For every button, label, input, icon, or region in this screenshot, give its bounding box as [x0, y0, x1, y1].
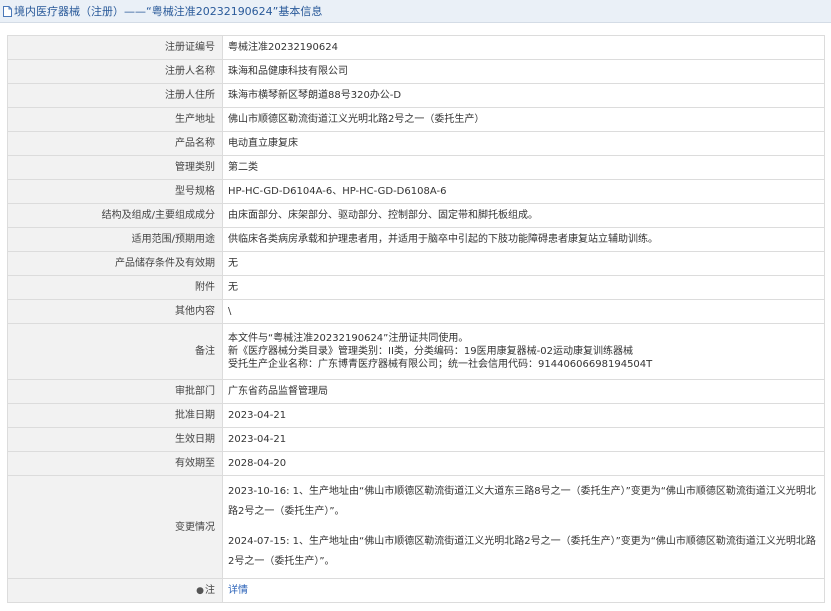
table-row: 批准日期 2023-04-21 — [7, 403, 825, 428]
row-label: 结构及组成/主要组成成分 — [7, 203, 223, 228]
row-value: 无 — [222, 251, 825, 276]
row-value: 无 — [222, 275, 825, 300]
table-row: 产品储存条件及有效期 无 — [7, 251, 825, 276]
remarks-row: 备注 本文件与“粤械注准20232190624”注册证共同使用。 新《医疗器械分… — [7, 323, 825, 380]
row-label: 生效日期 — [7, 427, 223, 452]
changes-row: 变更情况 2023-10-16: 1、生产地址由“佛山市顺德区勒流街道江义大道东… — [7, 475, 825, 579]
row-label: 适用范围/预期用途 — [7, 227, 223, 252]
table-row: 产品名称 电动直立康复床 — [7, 131, 825, 156]
row-value: HP-HC-GD-D6104A-6、HP-HC-GD-D6108A-6 — [222, 179, 825, 204]
row-label: 生产地址 — [7, 107, 223, 132]
row-label: 审批部门 — [7, 379, 223, 404]
table-row: 结构及组成/主要组成成分 由床面部分、床架部分、驱动部分、控制部分、固定带和脚托… — [7, 203, 825, 228]
changes-label: 变更情况 — [7, 475, 223, 579]
footer-row: ●注 详情 — [7, 578, 825, 603]
table-row: 生效日期 2023-04-21 — [7, 427, 825, 452]
row-value: 2023-04-21 — [222, 427, 825, 452]
bullet-icon: ● — [196, 585, 204, 596]
row-value: 供临床各类病房承载和护理患者用，并适用于脑卒中引起的下肢功能障碍患者康复站立辅助… — [222, 227, 825, 252]
row-label: 批准日期 — [7, 403, 223, 428]
row-label: 产品储存条件及有效期 — [7, 251, 223, 276]
table-row: 注册人住所 珠海市横琴新区琴朗道88号320办公-D — [7, 83, 825, 108]
document-icon — [3, 5, 12, 17]
row-value: 珠海和品健康科技有限公司 — [222, 59, 825, 84]
info-table: 注册证编号 粤械注准20232190624 注册人名称 珠海和品健康科技有限公司… — [7, 35, 825, 603]
row-value: 粤械注准20232190624 — [222, 35, 825, 60]
table-row: 附件 无 — [7, 275, 825, 300]
row-label: 注册人住所 — [7, 83, 223, 108]
footer-label-cell: ●注 — [7, 578, 223, 603]
change-entry: 2024-07-15: 1、生产地址由“佛山市顺德区勒流街道江义光明北路2号之一… — [228, 536, 816, 567]
row-value: 珠海市横琴新区琴朗道88号320办公-D — [222, 83, 825, 108]
remarks-line: 本文件与“粤械注准20232190624”注册证共同使用。 — [228, 333, 469, 344]
row-label: 注册证编号 — [7, 35, 223, 60]
changes-value: 2023-10-16: 1、生产地址由“佛山市顺德区勒流街道江义大道东三路8号之… — [222, 475, 825, 579]
remarks-line: 新《医疗器械分类目录》管理类别：II类，分类编码：19医用康复器械-02运动康复… — [228, 346, 633, 357]
row-value: 2023-04-21 — [222, 403, 825, 428]
page-header: 境内医疗器械（注册）——“粤械注准20232190624”基本信息 — [0, 0, 831, 23]
remarks-line: 受托生产企业名称：广东博青医疗器械有限公司；统一社会信用代码：914406066… — [228, 359, 653, 370]
row-value: 第二类 — [222, 155, 825, 180]
page-title: 境内医疗器械（注册）——“粤械注准20232190624”基本信息 — [14, 5, 323, 18]
row-label: 产品名称 — [7, 131, 223, 156]
row-value: 2028-04-20 — [222, 451, 825, 476]
table-row: 生产地址 佛山市顺德区勒流街道江义光明北路2号之一（委托生产） — [7, 107, 825, 132]
row-label: 有效期至 — [7, 451, 223, 476]
footer-value: 详情 — [222, 578, 825, 603]
table-row: 管理类别 第二类 — [7, 155, 825, 180]
remarks-label: 备注 — [7, 323, 223, 380]
footer-label: 注 — [205, 584, 215, 596]
table-row: 有效期至 2028-04-20 — [7, 451, 825, 476]
row-value: 佛山市顺德区勒流街道江义光明北路2号之一（委托生产） — [222, 107, 825, 132]
details-link[interactable]: 详情 — [228, 585, 248, 596]
change-entry: 2023-10-16: 1、生产地址由“佛山市顺德区勒流街道江义大道东三路8号之… — [228, 486, 816, 517]
table-row: 注册证编号 粤械注准20232190624 — [7, 35, 825, 60]
row-value: 由床面部分、床架部分、驱动部分、控制部分、固定带和脚托板组成。 — [222, 203, 825, 228]
row-value: 电动直立康复床 — [222, 131, 825, 156]
row-label: 注册人名称 — [7, 59, 223, 84]
row-label: 其他内容 — [7, 299, 223, 324]
row-value: 广东省药品监督管理局 — [222, 379, 825, 404]
table-row: 适用范围/预期用途 供临床各类病房承载和护理患者用，并适用于脑卒中引起的下肢功能… — [7, 227, 825, 252]
entry-spacer — [228, 522, 818, 532]
table-row: 注册人名称 珠海和品健康科技有限公司 — [7, 59, 825, 84]
row-label: 管理类别 — [7, 155, 223, 180]
table-row: 其他内容 \ — [7, 299, 825, 324]
table-row: 型号规格 HP-HC-GD-D6104A-6、HP-HC-GD-D6108A-6 — [7, 179, 825, 204]
table-row: 审批部门 广东省药品监督管理局 — [7, 379, 825, 404]
row-label: 附件 — [7, 275, 223, 300]
row-value: \ — [222, 299, 825, 324]
remarks-value: 本文件与“粤械注准20232190624”注册证共同使用。 新《医疗器械分类目录… — [222, 323, 825, 380]
row-label: 型号规格 — [7, 179, 223, 204]
